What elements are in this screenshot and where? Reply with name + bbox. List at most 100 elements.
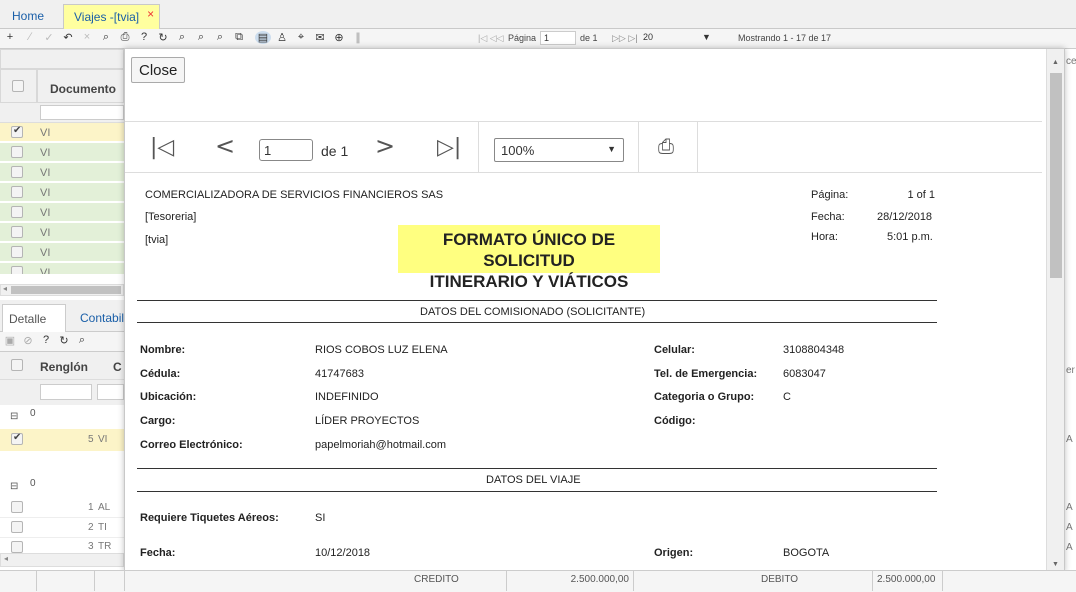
horizontal-scrollbar[interactable]: ◂ (0, 553, 124, 567)
per-page-select[interactable]: 20 ▼ (640, 31, 711, 45)
row-checkbox[interactable] (11, 266, 23, 274)
collapse-icon[interactable]: ⊟ (10, 481, 18, 492)
row-checkbox[interactable] (11, 501, 23, 513)
edit-icon[interactable]: ∕ (22, 31, 38, 43)
tab-detalle[interactable]: Detalle (2, 304, 66, 332)
detail-row[interactable]: 2 TI (0, 518, 124, 538)
pin-icon[interactable]: ⌖ (293, 31, 309, 44)
section-comisionado: DATOS DEL COMISIONADO (SOLICITANTE) (420, 306, 646, 318)
report-code: [tvia] (145, 234, 169, 246)
help-icon[interactable]: ? (136, 31, 152, 43)
table-row[interactable]: VI (0, 203, 124, 222)
table-row[interactable]: VI (0, 223, 124, 242)
table-row[interactable]: VI (0, 263, 124, 275)
close-button[interactable]: Close (131, 57, 186, 83)
cancel-icon[interactable]: ⊘ (20, 334, 36, 347)
detail-toolbar: ▣ ⊘ ? ↻ ⌕ (0, 332, 124, 352)
table-row[interactable]: VI (0, 243, 124, 262)
group-row[interactable]: ⊟ 0 (0, 476, 124, 496)
first-page-icon[interactable]: |◁ (150, 135, 174, 160)
help-icon[interactable]: ? (38, 334, 54, 346)
zoom-icon[interactable]: ⌕ (212, 31, 228, 44)
correo-value: papelmoriah@hotmail.com (315, 439, 447, 451)
row-checkbox[interactable] (11, 226, 23, 238)
scroll-thumb[interactable] (1050, 73, 1062, 278)
refresh-icon[interactable]: ↻ (155, 31, 171, 44)
tab-contabil[interactable]: Contabil (80, 311, 124, 325)
scroll-left-icon[interactable]: ◂ (3, 284, 7, 293)
ubicacion-label: Ubicación: (140, 391, 197, 403)
scroll-up-icon[interactable]: ▲ (1052, 59, 1059, 66)
user-icon[interactable]: ♙ (274, 31, 290, 44)
report-title: FORMATO ÚNICO DE SOLICITUD ITINERARIO Y … (398, 225, 660, 291)
scroll-left-icon[interactable]: ◂ (4, 554, 8, 563)
credito-value: 2.500.000,00 (507, 571, 634, 591)
scroll-down-icon[interactable]: ▼ (1052, 561, 1059, 568)
row-checkbox[interactable] (11, 521, 23, 533)
scroll-thumb[interactable] (11, 286, 121, 294)
search-icon[interactable]: ⌕ (74, 334, 90, 347)
tel-label: Tel. de Emergencia: (654, 368, 758, 380)
detail-row[interactable]: 5 VI (0, 429, 124, 451)
zoom-select[interactable]: 100% ▼ (494, 138, 624, 162)
col-c[interactable]: C (113, 360, 122, 374)
print-icon[interactable]: ⎙ (117, 31, 133, 44)
collapse-icon[interactable]: ⊟ (10, 411, 18, 422)
tiquetes-value: SI (315, 512, 326, 524)
row-checkbox[interactable] (11, 432, 23, 445)
refresh-icon[interactable]: ↻ (56, 334, 72, 347)
table-row[interactable]: VI (0, 163, 124, 182)
table-row[interactable]: VI (0, 183, 124, 202)
filter-input[interactable] (40, 105, 124, 120)
next-page-icon[interactable]: > (375, 132, 395, 160)
row-checkbox[interactable] (11, 246, 23, 258)
last-page-icon[interactable]: ▷| (437, 135, 461, 160)
tab-home[interactable]: Home (2, 4, 54, 29)
col-renglon[interactable]: Renglón (40, 360, 88, 374)
plus-circle-icon[interactable]: ⊕ (331, 31, 347, 44)
search-icon[interactable]: ⌕ (98, 31, 114, 44)
row-code: TI (98, 522, 107, 533)
detail-filter-row (0, 380, 124, 405)
delete-icon[interactable]: × (79, 31, 95, 43)
page-input[interactable]: 1 (540, 31, 576, 45)
page-input[interactable]: 1 (259, 139, 313, 161)
tab-viajes[interactable]: Viajes -[tvia] × (63, 4, 161, 29)
zoom-in-icon[interactable]: ⌕ (174, 31, 190, 44)
row-checkbox[interactable] (11, 186, 23, 198)
col-documento[interactable]: Documento (37, 69, 124, 103)
horizontal-scrollbar[interactable]: ◂ (0, 284, 124, 296)
row-checkbox[interactable] (11, 206, 23, 218)
row-checkbox[interactable] (11, 125, 23, 138)
row-num: 1 (88, 502, 94, 513)
detail-row[interactable]: 1 AL (0, 498, 124, 518)
close-icon[interactable]: × (147, 7, 154, 21)
undo-icon[interactable]: ↶ (60, 31, 76, 44)
table-row[interactable]: VI (0, 143, 124, 162)
detail-row[interactable]: 3 TR (0, 538, 124, 553)
check-icon[interactable]: ✓ (41, 31, 57, 44)
report-icon[interactable]: ▤ (255, 31, 271, 44)
filter-input[interactable] (40, 384, 92, 400)
add-icon[interactable]: + (2, 31, 18, 43)
print-icon[interactable]: ⎙ (658, 134, 674, 158)
cedula-label: Cédula: (140, 368, 181, 380)
slash-icon[interactable]: ∥ (350, 31, 366, 44)
row-checkbox[interactable] (11, 541, 23, 553)
group-row[interactable]: ⊟ 0 (0, 406, 124, 426)
select-all-checkbox[interactable] (11, 359, 23, 371)
save-icon[interactable]: ▣ (2, 334, 18, 347)
prev-page-icon[interactable]: < (215, 132, 235, 160)
filter-input[interactable] (97, 384, 124, 400)
codigo-label: Código: (654, 415, 696, 427)
select-all-checkbox[interactable] (12, 80, 24, 92)
table-row[interactable]: VI (0, 123, 124, 142)
first-page-icon[interactable]: |◁ ◁◁ (478, 33, 504, 44)
next-page-icon[interactable]: ▷▷ ▷| (612, 33, 638, 44)
zoom-out-icon[interactable]: ⌕ (193, 31, 209, 44)
row-checkbox[interactable] (11, 146, 23, 158)
mail-icon[interactable]: ✉ (312, 31, 328, 44)
filter-icon[interactable]: ⧉ (231, 31, 247, 44)
row-checkbox[interactable] (11, 166, 23, 178)
vertical-scrollbar[interactable]: ▲ ▼ (1046, 49, 1064, 573)
